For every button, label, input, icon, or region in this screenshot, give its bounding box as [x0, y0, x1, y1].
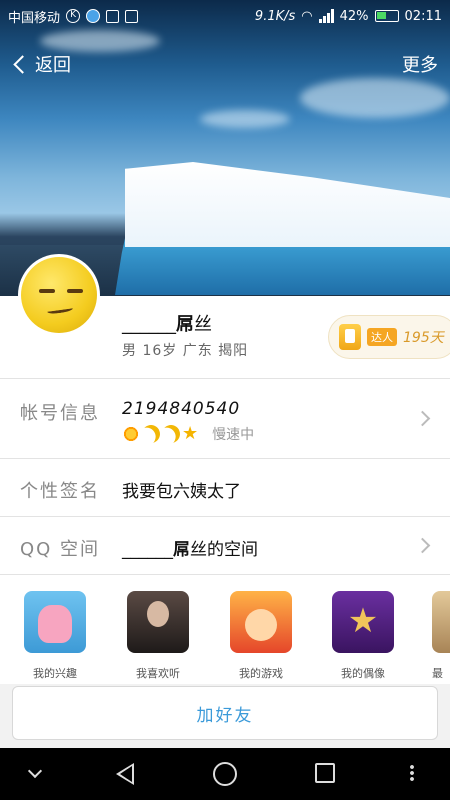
badge-tag: 达人	[367, 328, 397, 346]
mouth	[46, 305, 74, 315]
app-game[interactable]: 我的游戏	[229, 591, 293, 681]
moon-icon	[139, 422, 162, 445]
chevron-right-icon	[414, 410, 431, 427]
qzone-prefix: ______	[122, 540, 173, 560]
app-label: 我的兴趣	[33, 667, 77, 680]
signature-text: 我要包六姨太了	[122, 482, 241, 502]
clock: 02:11	[404, 8, 442, 24]
app-label: 我的偶像	[341, 667, 385, 680]
qzone-label: QQ 空间	[20, 539, 101, 560]
app-label: 我喜欢听	[136, 667, 180, 680]
app-interest[interactable]: 我的兴趣	[23, 591, 87, 681]
extra-app-icon	[432, 591, 450, 653]
star-icon: ★	[182, 423, 199, 444]
nickname: ______屌丝	[122, 310, 212, 336]
profile-details: 男 16岁 广东 揭阳	[122, 343, 249, 359]
back-button[interactable]: 返回	[12, 51, 71, 77]
smirk-face-icon	[21, 257, 97, 333]
talent-badge[interactable]: 达人 195天	[328, 315, 450, 359]
interest-icon	[24, 591, 86, 653]
qzone-value: ______屌丝的空间	[122, 535, 258, 560]
status-bar: 中国移动 K 9.1K/s ◠ 42% 02:11	[0, 0, 450, 32]
app-music[interactable]: 我喜欢听	[126, 591, 190, 681]
bottom-action-bar: 加好友	[0, 684, 450, 748]
system-nav-bar	[0, 748, 450, 800]
app-label: 最	[432, 667, 443, 680]
idol-icon	[332, 591, 394, 653]
nickname-suffix: 丝	[194, 314, 212, 335]
chevron-left-icon	[13, 54, 32, 74]
music-icon	[127, 591, 189, 653]
home-icon[interactable]	[213, 762, 237, 786]
hide-nav-icon[interactable]	[27, 763, 43, 779]
battery-percent: 42%	[339, 8, 369, 24]
grid-icon	[125, 9, 139, 23]
signature-row[interactable]: 个性签名 我要包六姨太了	[0, 458, 450, 516]
apps-strip: 我的兴趣 我喜欢听 我的游戏 我的偶像 最	[0, 574, 450, 684]
k-icon: K	[66, 9, 81, 23]
badge-days: 195天	[403, 330, 444, 346]
signal-icon	[318, 9, 334, 23]
nickname-prefix: ______	[122, 314, 176, 335]
image-icon	[106, 9, 120, 23]
wifi-icon: ◠	[301, 8, 313, 24]
speed-status: 慢速中	[212, 427, 255, 443]
app-idol[interactable]: 我的偶像	[331, 591, 395, 681]
chevron-right-icon	[414, 537, 431, 554]
app-extra[interactable]: 最	[432, 591, 450, 681]
moon-icon	[159, 422, 182, 445]
eye	[67, 289, 83, 293]
eye	[39, 289, 55, 293]
carrier-label: 中国移动	[8, 10, 61, 26]
notification-icon	[86, 9, 101, 23]
back-label: 返回	[35, 55, 71, 76]
net-speed: 9.1K/s	[254, 8, 296, 24]
recent-apps-icon[interactable]	[315, 763, 335, 783]
add-friend-button[interactable]: 加好友	[12, 686, 438, 740]
qq-number: 2194840540	[122, 399, 241, 419]
battery-icon	[374, 10, 399, 22]
account-info-row[interactable]: 帐号信息 2194840540 ★ 慢速中	[0, 378, 450, 458]
nickname-bold: 屌	[176, 314, 194, 335]
qzone-bold: 屌	[173, 540, 190, 560]
cloud	[300, 78, 450, 118]
sun-icon	[122, 425, 140, 443]
cloud	[200, 110, 290, 128]
back-triangle-inner	[120, 766, 132, 782]
game-icon	[230, 591, 292, 653]
qzone-row[interactable]: QQ 空间 ______屌丝的空间	[0, 516, 450, 574]
avatar[interactable]	[18, 254, 100, 336]
menu-icon[interactable]	[410, 764, 414, 782]
qzone-suffix: 丝的空间	[190, 540, 258, 560]
phone-wing-icon	[339, 324, 361, 350]
level-icons: ★ 慢速中	[122, 424, 254, 444]
more-button[interactable]: 更多	[402, 51, 438, 77]
signature-label: 个性签名	[20, 481, 100, 502]
app-label: 我的游戏	[239, 667, 283, 680]
account-info-label: 帐号信息	[20, 403, 100, 424]
iceberg-top	[125, 162, 450, 247]
top-nav: 返回 更多	[0, 44, 450, 84]
